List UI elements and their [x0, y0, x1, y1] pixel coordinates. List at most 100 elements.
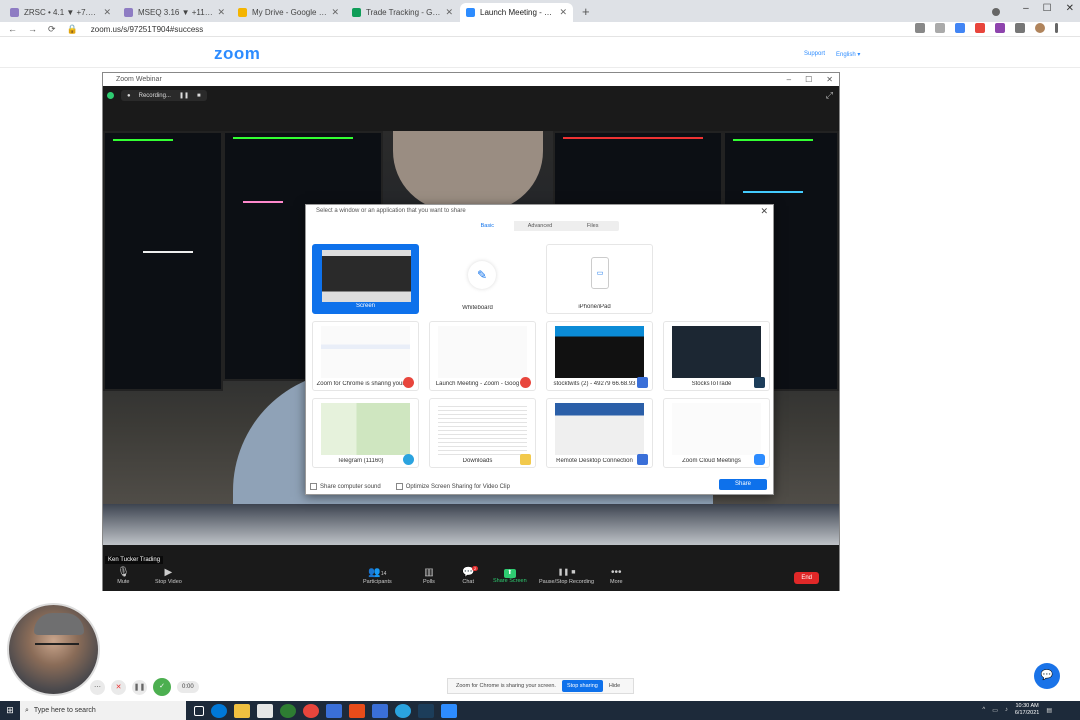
- edge-icon[interactable]: [211, 703, 227, 718]
- share-tile-whiteboard[interactable]: ✎ Whiteboard: [429, 244, 536, 314]
- stop-sharing-button[interactable]: Stop sharing: [561, 680, 603, 692]
- stockstotrade-icon: [754, 377, 765, 388]
- chevron-up-icon[interactable]: ^: [982, 707, 985, 713]
- share-screen-button[interactable]: ⬆ Share Screen: [493, 567, 527, 584]
- stockstotrade-icon[interactable]: [418, 703, 434, 718]
- chrome-icon[interactable]: [303, 703, 319, 718]
- close-icon[interactable]: ✕: [760, 206, 768, 217]
- check-icon[interactable]: ✓: [153, 678, 171, 696]
- tab-advanced[interactable]: Advanced: [514, 221, 567, 231]
- share-tile-window[interactable]: Downloads: [429, 398, 536, 468]
- recording-button[interactable]: ❚❚ ■ Pause/Stop Recording: [539, 567, 594, 585]
- stop-icon[interactable]: ■: [197, 93, 201, 99]
- share-tile-window[interactable]: Remote Desktop Connection: [546, 398, 653, 468]
- chat-bubble-icon[interactable]: 💬: [1034, 663, 1060, 689]
- share-tile-window[interactable]: Zoom for Chrome is sharing your: [312, 321, 419, 391]
- chat-button[interactable]: 💬 2 Chat: [462, 566, 479, 585]
- share-tile-window[interactable]: Launch Meeting - Zoom - Goog: [429, 321, 536, 391]
- app-icon[interactable]: [326, 703, 342, 718]
- star-icon[interactable]: [935, 23, 945, 33]
- tab-favicon-icon: [10, 8, 19, 17]
- tab-title: My Drive - Google Drive: [252, 8, 328, 17]
- tab-close-icon[interactable]: ✕: [217, 7, 225, 18]
- notification-icon[interactable]: ▤: [1046, 707, 1052, 714]
- pause-icon[interactable]: ❚❚: [179, 92, 189, 99]
- stop-video-button[interactable]: ▶ Stop Video: [155, 567, 182, 585]
- minimize-button[interactable]: –: [1023, 3, 1029, 14]
- file-explorer-icon[interactable]: [234, 703, 250, 718]
- zoom-logo[interactable]: zoom: [214, 44, 260, 64]
- tab-close-icon[interactable]: ✕: [331, 7, 339, 18]
- avatar[interactable]: [1035, 23, 1045, 33]
- screen-ticker: [733, 139, 813, 141]
- zoom-icon[interactable]: [441, 703, 457, 718]
- browser-tab[interactable]: Trade Tracking - Google Sheets✕: [346, 3, 459, 22]
- polls-icon: ▥: [424, 567, 434, 578]
- close-button[interactable]: ✕: [826, 73, 833, 86]
- browser-tab[interactable]: ZRSC • 4.1 ▼ +7.43 TSM ✕: [4, 3, 117, 22]
- more-icon[interactable]: ⋯: [90, 679, 105, 695]
- new-tab-button[interactable]: +: [574, 4, 598, 22]
- reload-icon[interactable]: ⟳: [48, 24, 56, 35]
- volume-icon[interactable]: ♪: [1005, 707, 1008, 713]
- tab-favicon-icon: [466, 8, 475, 17]
- app-icon[interactable]: [280, 703, 296, 718]
- pause-icon[interactable]: ❚❚: [132, 679, 147, 695]
- mute-button[interactable]: 🎙 Mute: [117, 567, 130, 585]
- taskbar-clock[interactable]: 10:30 AM 6/17/2021: [1015, 703, 1039, 717]
- share-button[interactable]: Share: [719, 479, 767, 490]
- extension-icon[interactable]: [955, 23, 965, 33]
- support-link[interactable]: Support: [804, 51, 825, 57]
- share-tile-window[interactable]: Telegram (11160): [312, 398, 419, 468]
- share-tile-window[interactable]: StocksToTrade: [663, 321, 770, 391]
- network-icon[interactable]: ▭: [992, 707, 998, 714]
- windows-start-icon[interactable]: ⊞: [0, 705, 20, 716]
- tile-label: Zoom Cloud Meetings: [682, 458, 741, 464]
- telegram-icon[interactable]: [395, 703, 411, 718]
- close-button[interactable]: ✕: [1066, 3, 1074, 14]
- hide-button[interactable]: Hide: [609, 683, 620, 689]
- maximize-button[interactable]: ☐: [1043, 3, 1052, 14]
- task-view-icon[interactable]: [194, 705, 204, 716]
- browser-tab-active[interactable]: Launch Meeting - Zoom ✕: [460, 3, 573, 22]
- close-icon[interactable]: ✕: [111, 679, 126, 695]
- participants-button[interactable]: 👥14 Participants: [363, 567, 392, 585]
- camera-icon[interactable]: [915, 23, 925, 33]
- language-select[interactable]: English ▾: [836, 51, 860, 58]
- profile-icon[interactable]: [992, 8, 1000, 16]
- recording-label: Recording...: [138, 92, 171, 99]
- taskbar-search[interactable]: ⌕ Type here to search: [20, 701, 186, 720]
- optimize-video-checkbox[interactable]: Optimize Screen Sharing for Video Clip: [395, 482, 510, 490]
- store-icon[interactable]: [257, 703, 273, 718]
- screen-glow: [103, 504, 839, 545]
- more-button[interactable]: ••• More: [610, 567, 623, 585]
- share-sound-checkbox[interactable]: Share computer sound: [310, 482, 381, 490]
- puzzle-icon[interactable]: [1015, 23, 1025, 33]
- office-icon[interactable]: [349, 703, 365, 718]
- share-tile-window[interactable]: Zoom Cloud Meetings: [663, 398, 770, 468]
- back-icon[interactable]: ←: [8, 24, 17, 34]
- extension-icon[interactable]: [995, 23, 1005, 33]
- share-tile-screen[interactable]: Screen: [312, 244, 419, 314]
- remote-desktop-icon[interactable]: [372, 703, 388, 718]
- polls-button[interactable]: ▥ Polls: [423, 567, 435, 585]
- share-tile-window[interactable]: stocktwits (2) - 49279 66.68.93: [546, 321, 653, 391]
- tab-basic[interactable]: Basic: [461, 221, 514, 231]
- maximize-button[interactable]: ☐: [805, 73, 812, 86]
- toolbar-label: Participants: [363, 579, 392, 585]
- minimize-button[interactable]: –: [787, 73, 791, 86]
- optimize-label: Optimize Screen Sharing for Video Clip: [405, 484, 510, 490]
- extension-icon[interactable]: [975, 23, 985, 33]
- tab-files[interactable]: Files: [566, 221, 619, 231]
- browser-tab[interactable]: MSEQ 3.16 ▼ +11% FORSKL ✕: [118, 3, 231, 22]
- menu-icon[interactable]: [1055, 23, 1058, 33]
- tab-close-icon[interactable]: ✕: [559, 7, 567, 18]
- end-button[interactable]: End: [794, 572, 819, 584]
- forward-icon[interactable]: →: [28, 24, 37, 34]
- share-tile-iphone[interactable]: ▭ iPhone/iPad: [546, 244, 653, 314]
- url-field[interactable]: zoom.us/s/97251T904#success: [91, 25, 204, 34]
- tab-close-icon[interactable]: ✕: [103, 7, 111, 18]
- browser-tab[interactable]: My Drive - Google Drive✕: [232, 3, 345, 22]
- tab-close-icon[interactable]: ✕: [445, 7, 453, 18]
- fullscreen-icon[interactable]: ⤢: [826, 90, 833, 101]
